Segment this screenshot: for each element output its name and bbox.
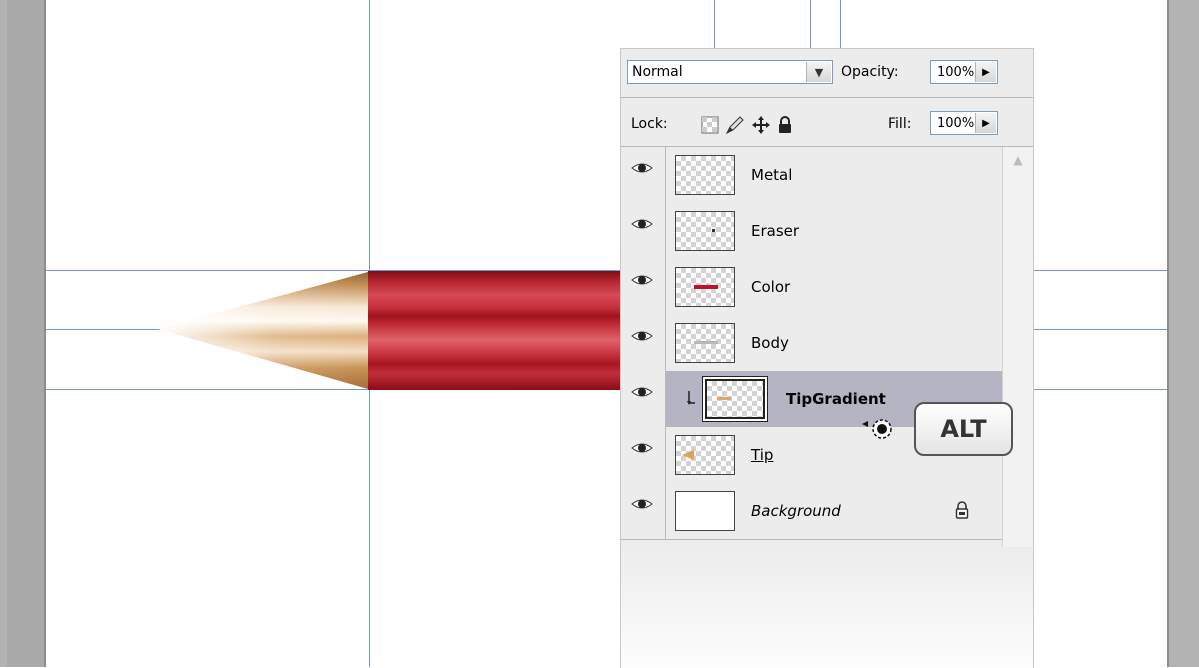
eye-icon[interactable]: [631, 160, 653, 176]
alt-key-hint: ALT: [914, 402, 1013, 456]
layer-thumbnail: [675, 211, 735, 251]
visibility-cell[interactable]: [621, 427, 666, 483]
layer-row-background[interactable]: Background: [621, 483, 1003, 540]
blend-mode-value: Normal: [632, 64, 683, 80]
scroll-up-icon[interactable]: ▲: [1009, 153, 1027, 171]
pasteboard-right: [1169, 0, 1199, 667]
layers-panel: Normal ▼ Opacity: 100% ▶ Lock: Fill: 100…: [620, 48, 1034, 668]
lock-image-pixels-icon[interactable]: [725, 115, 745, 139]
lock-transparent-pixels-icon[interactable]: [701, 116, 719, 138]
panel-divider: [621, 97, 1033, 98]
visibility-cell[interactable]: [621, 483, 666, 539]
clipping-mask-cursor-icon: [862, 419, 892, 439]
layer-thumbnail: [675, 435, 735, 475]
layer-name[interactable]: Body: [751, 334, 789, 352]
layer-row-metal[interactable]: Metal: [621, 147, 1003, 204]
panel-fade: [621, 544, 1033, 668]
layer-name[interactable]: Tip: [751, 446, 773, 464]
layer-row-body[interactable]: Body: [621, 315, 1003, 372]
layer-thumbnail: [675, 491, 735, 531]
layer-name[interactable]: Eraser: [751, 222, 799, 240]
layer-name[interactable]: TipGradient: [786, 390, 886, 408]
visibility-cell[interactable]: [621, 259, 666, 315]
lock-all-icon[interactable]: [777, 116, 793, 138]
visibility-cell[interactable]: [621, 203, 666, 259]
layers-scrollbar[interactable]: ▲: [1002, 147, 1033, 547]
fill-value: 100%: [937, 116, 975, 131]
layer-name[interactable]: Background: [751, 502, 841, 520]
opacity-label: Opacity:: [841, 64, 899, 80]
fill-label: Fill:: [888, 116, 912, 132]
lock-icon: [955, 501, 969, 519]
eye-icon[interactable]: [631, 440, 653, 456]
blend-mode-select[interactable]: Normal ▼: [627, 60, 833, 84]
layer-thumbnail: [675, 267, 735, 307]
opacity-field[interactable]: 100% ▶: [930, 60, 998, 84]
eye-icon[interactable]: [631, 496, 653, 512]
eye-icon[interactable]: [631, 216, 653, 232]
layer-name[interactable]: Color: [751, 278, 790, 296]
chevron-right-icon[interactable]: ▶: [975, 113, 996, 133]
pasteboard-left: [0, 0, 7, 667]
lock-icons: [701, 115, 793, 139]
layer-thumbnail: [705, 379, 765, 419]
eye-icon[interactable]: [631, 384, 653, 400]
visibility-cell[interactable]: [621, 315, 666, 371]
eye-icon[interactable]: [631, 328, 653, 344]
visibility-cell[interactable]: [621, 147, 666, 203]
eye-icon[interactable]: [631, 272, 653, 288]
canvas-right-edge: [1167, 0, 1169, 667]
pasteboard-left-shade: [7, 0, 44, 667]
layer-thumbnail: [675, 155, 735, 195]
clipping-mask-arrow-icon: [687, 391, 695, 405]
layer-row-eraser[interactable]: Eraser: [621, 203, 1003, 260]
lock-position-icon[interactable]: [751, 115, 771, 139]
layer-row-color[interactable]: Color: [621, 259, 1003, 316]
visibility-cell[interactable]: [621, 371, 666, 427]
layer-thumbnail: [675, 323, 735, 363]
blend-row: Normal ▼ Opacity: 100% ▶: [621, 49, 1033, 97]
opacity-value: 100%: [937, 65, 975, 80]
fill-field[interactable]: 100% ▶: [930, 111, 998, 135]
layer-name[interactable]: Metal: [751, 166, 792, 184]
chevron-right-icon[interactable]: ▶: [975, 62, 996, 82]
chevron-down-icon[interactable]: ▼: [806, 62, 831, 82]
lock-label: Lock:: [631, 116, 668, 132]
